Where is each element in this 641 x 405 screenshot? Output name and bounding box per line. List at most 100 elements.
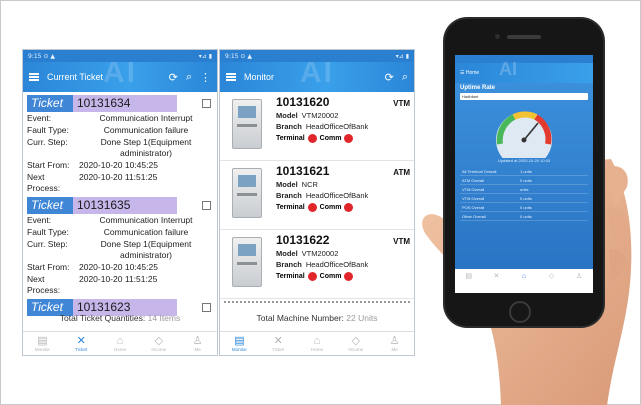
- nav-home[interactable]: ⌂ Home: [298, 332, 337, 355]
- item-value: 1 units: [520, 168, 532, 174]
- ticket-checkbox[interactable]: [202, 99, 211, 108]
- item-label: All Terminal Overall: [462, 168, 497, 174]
- ticket-number: 10131634: [73, 95, 177, 112]
- monitor-icon: ▤: [234, 334, 245, 347]
- next-process-value: 2020-10-20 11:51:25: [79, 172, 158, 182]
- curr-step-key: Curr. Step:: [27, 239, 68, 249]
- curr-step-value: Done Step 1(Equipment administrator): [100, 137, 192, 158]
- ticket-screen: 9:15 ⊙ ▲ ▾⊿ ▮ AI Current Ticket ⟳ ⌕ ⋮ Ti…: [22, 49, 218, 356]
- ticket-checkbox[interactable]: [202, 201, 211, 210]
- item-value: 0 units: [520, 204, 532, 210]
- fault-type-value: Communication failure: [103, 227, 189, 237]
- branch-value: HeadOfficeOfBank: [305, 191, 369, 200]
- ticket-number: 10131635: [73, 197, 177, 214]
- ticket-icon[interactable]: ✕: [483, 269, 511, 285]
- income-icon[interactable]: ◇: [538, 269, 566, 285]
- fault-type-value: Communication failure: [103, 125, 189, 135]
- nav-label: Ticket: [272, 346, 285, 352]
- item-label: Other Overall: [462, 213, 486, 219]
- home-icon: ⌂: [313, 334, 321, 347]
- nav-income[interactable]: ◇ Income: [139, 332, 178, 355]
- more-icon[interactable]: ⋮: [200, 71, 211, 84]
- branch-key: Branch: [276, 260, 302, 269]
- nav-home[interactable]: ⌂ Home: [101, 332, 140, 355]
- branch-select[interactable]: Hadbfant: [460, 93, 588, 100]
- refresh-icon[interactable]: ⟳: [169, 71, 178, 84]
- watermark-logo: AI: [103, 62, 137, 89]
- model-key: Model: [276, 249, 298, 258]
- nav-monitor[interactable]: ▤ Monitor: [220, 332, 259, 355]
- page-title: Current Ticket: [47, 72, 104, 82]
- menu-icon[interactable]: [29, 73, 39, 81]
- user-icon[interactable]: ♙: [565, 269, 593, 285]
- event-value: Communication Interrupt: [99, 215, 193, 225]
- terminal-label: Terminal: [276, 204, 305, 211]
- comm-label: Comm: [319, 135, 342, 142]
- item-label: POS Overall: [462, 204, 485, 210]
- uptime-gauge: [496, 111, 552, 158]
- terminal-status-dot: [307, 203, 317, 212]
- terminal-status-dot: [307, 272, 317, 281]
- watermark-logo: AI: [300, 62, 334, 89]
- uptime-panel: Uptime Rate Hadbfant Updated at 2020-10-…: [455, 83, 593, 269]
- ticket-label: Ticket: [27, 95, 73, 112]
- app-bar: AI Current Ticket ⟳ ⌕ ⋮: [23, 62, 217, 92]
- atm-machine-image: [224, 164, 272, 222]
- terminal-label: Terminal: [276, 273, 305, 280]
- total-label: Total Ticket Quantities:: [59, 313, 146, 323]
- curr-step-value: Done Step 1(Equipment administrator): [100, 239, 192, 260]
- ticket-card[interactable]: Ticket 10131634 Event: Communication Inte…: [27, 95, 213, 194]
- home-icon[interactable]: ⌂: [510, 269, 538, 285]
- speaker-icon: [507, 35, 541, 39]
- user-icon: ♙: [192, 334, 203, 347]
- phone-screen: AI ☰ Home Uptime Rate Hadbfant Updated a…: [455, 55, 593, 293]
- total-ticket-quantities: Total Ticket Quantities: 14 Items: [23, 313, 217, 323]
- next-process-key: Next Process:: [27, 274, 61, 295]
- status-left: 9:15 ⊙ ▲: [28, 52, 55, 60]
- ticket-checkbox[interactable]: [202, 303, 211, 312]
- uptime-title: Uptime Rate: [460, 85, 496, 91]
- item-value: 0 units: [520, 195, 532, 201]
- total-value: 22 Units: [346, 313, 378, 323]
- total-value: 14 Items: [147, 313, 181, 323]
- item-value: 0 units: [520, 177, 532, 183]
- model-value: NCR: [301, 180, 318, 189]
- list-item: ATM Overall 0 units: [460, 176, 588, 185]
- comm-label: Comm: [319, 204, 342, 211]
- monitor-icon[interactable]: ▤: [455, 269, 483, 285]
- comm-status-dot: [344, 203, 354, 212]
- machine-id: 10131621: [276, 164, 330, 178]
- item-value: 0 units: [520, 213, 532, 219]
- ticket-list: Ticket 10131634 Event: Communication Inte…: [23, 92, 217, 316]
- bottom-nav: ▤ Monitor ✕ Ticket ⌂ Home ◇ Income ♙ Me: [23, 331, 217, 355]
- start-from-key: Start From:: [27, 262, 70, 272]
- nav-ticket[interactable]: ✕ Ticket: [62, 332, 101, 355]
- nav-label: Home: [113, 346, 126, 352]
- list-item: VTM Overall units: [460, 185, 588, 194]
- menu-icon[interactable]: [226, 73, 236, 81]
- updated-time: Updated at 2020-10-20 10:43: [497, 158, 551, 163]
- fault-type-key: Fault Type:: [27, 227, 69, 237]
- home-button[interactable]: [509, 301, 531, 323]
- nav-ticket[interactable]: ✕ Ticket: [259, 332, 298, 355]
- vtm-machine-image: [224, 95, 272, 153]
- ticket-icon: ✕: [273, 334, 283, 347]
- phone-app-bar: AI ☰ Home: [455, 59, 593, 83]
- nav-monitor[interactable]: ▤ Monitor: [23, 332, 62, 355]
- nav-income[interactable]: ◇ Income: [336, 332, 375, 355]
- status-bar: 9:15 ⊙ ▲ ▾⊿ ▮: [23, 50, 217, 62]
- nav-me[interactable]: ♙ Me: [178, 332, 217, 355]
- phone-status-bar: [455, 55, 593, 63]
- comm-label: Comm: [319, 273, 342, 280]
- curr-step-key: Curr. Step:: [27, 137, 68, 147]
- machine-id: 10131622: [276, 233, 330, 247]
- nav-label: Income: [348, 346, 364, 352]
- model-key: Model: [276, 111, 298, 120]
- smartphone: AI ☰ Home Uptime Rate Hadbfant Updated a…: [445, 19, 603, 326]
- product-showcase: 9:15 ⊙ ▲ ▾⊿ ▮ AI Current Ticket ⟳ ⌕ ⋮ Ti…: [0, 0, 641, 405]
- ticket-card[interactable]: Ticket 10131635 Event: Communication Inte…: [27, 197, 213, 296]
- search-icon[interactable]: ⌕: [186, 71, 192, 84]
- uptime-list: All Terminal Overall 1 units ATM Overall 0…: [460, 167, 588, 221]
- ticket-icon: ✕: [76, 334, 86, 347]
- nav-label: Monitor: [34, 346, 50, 352]
